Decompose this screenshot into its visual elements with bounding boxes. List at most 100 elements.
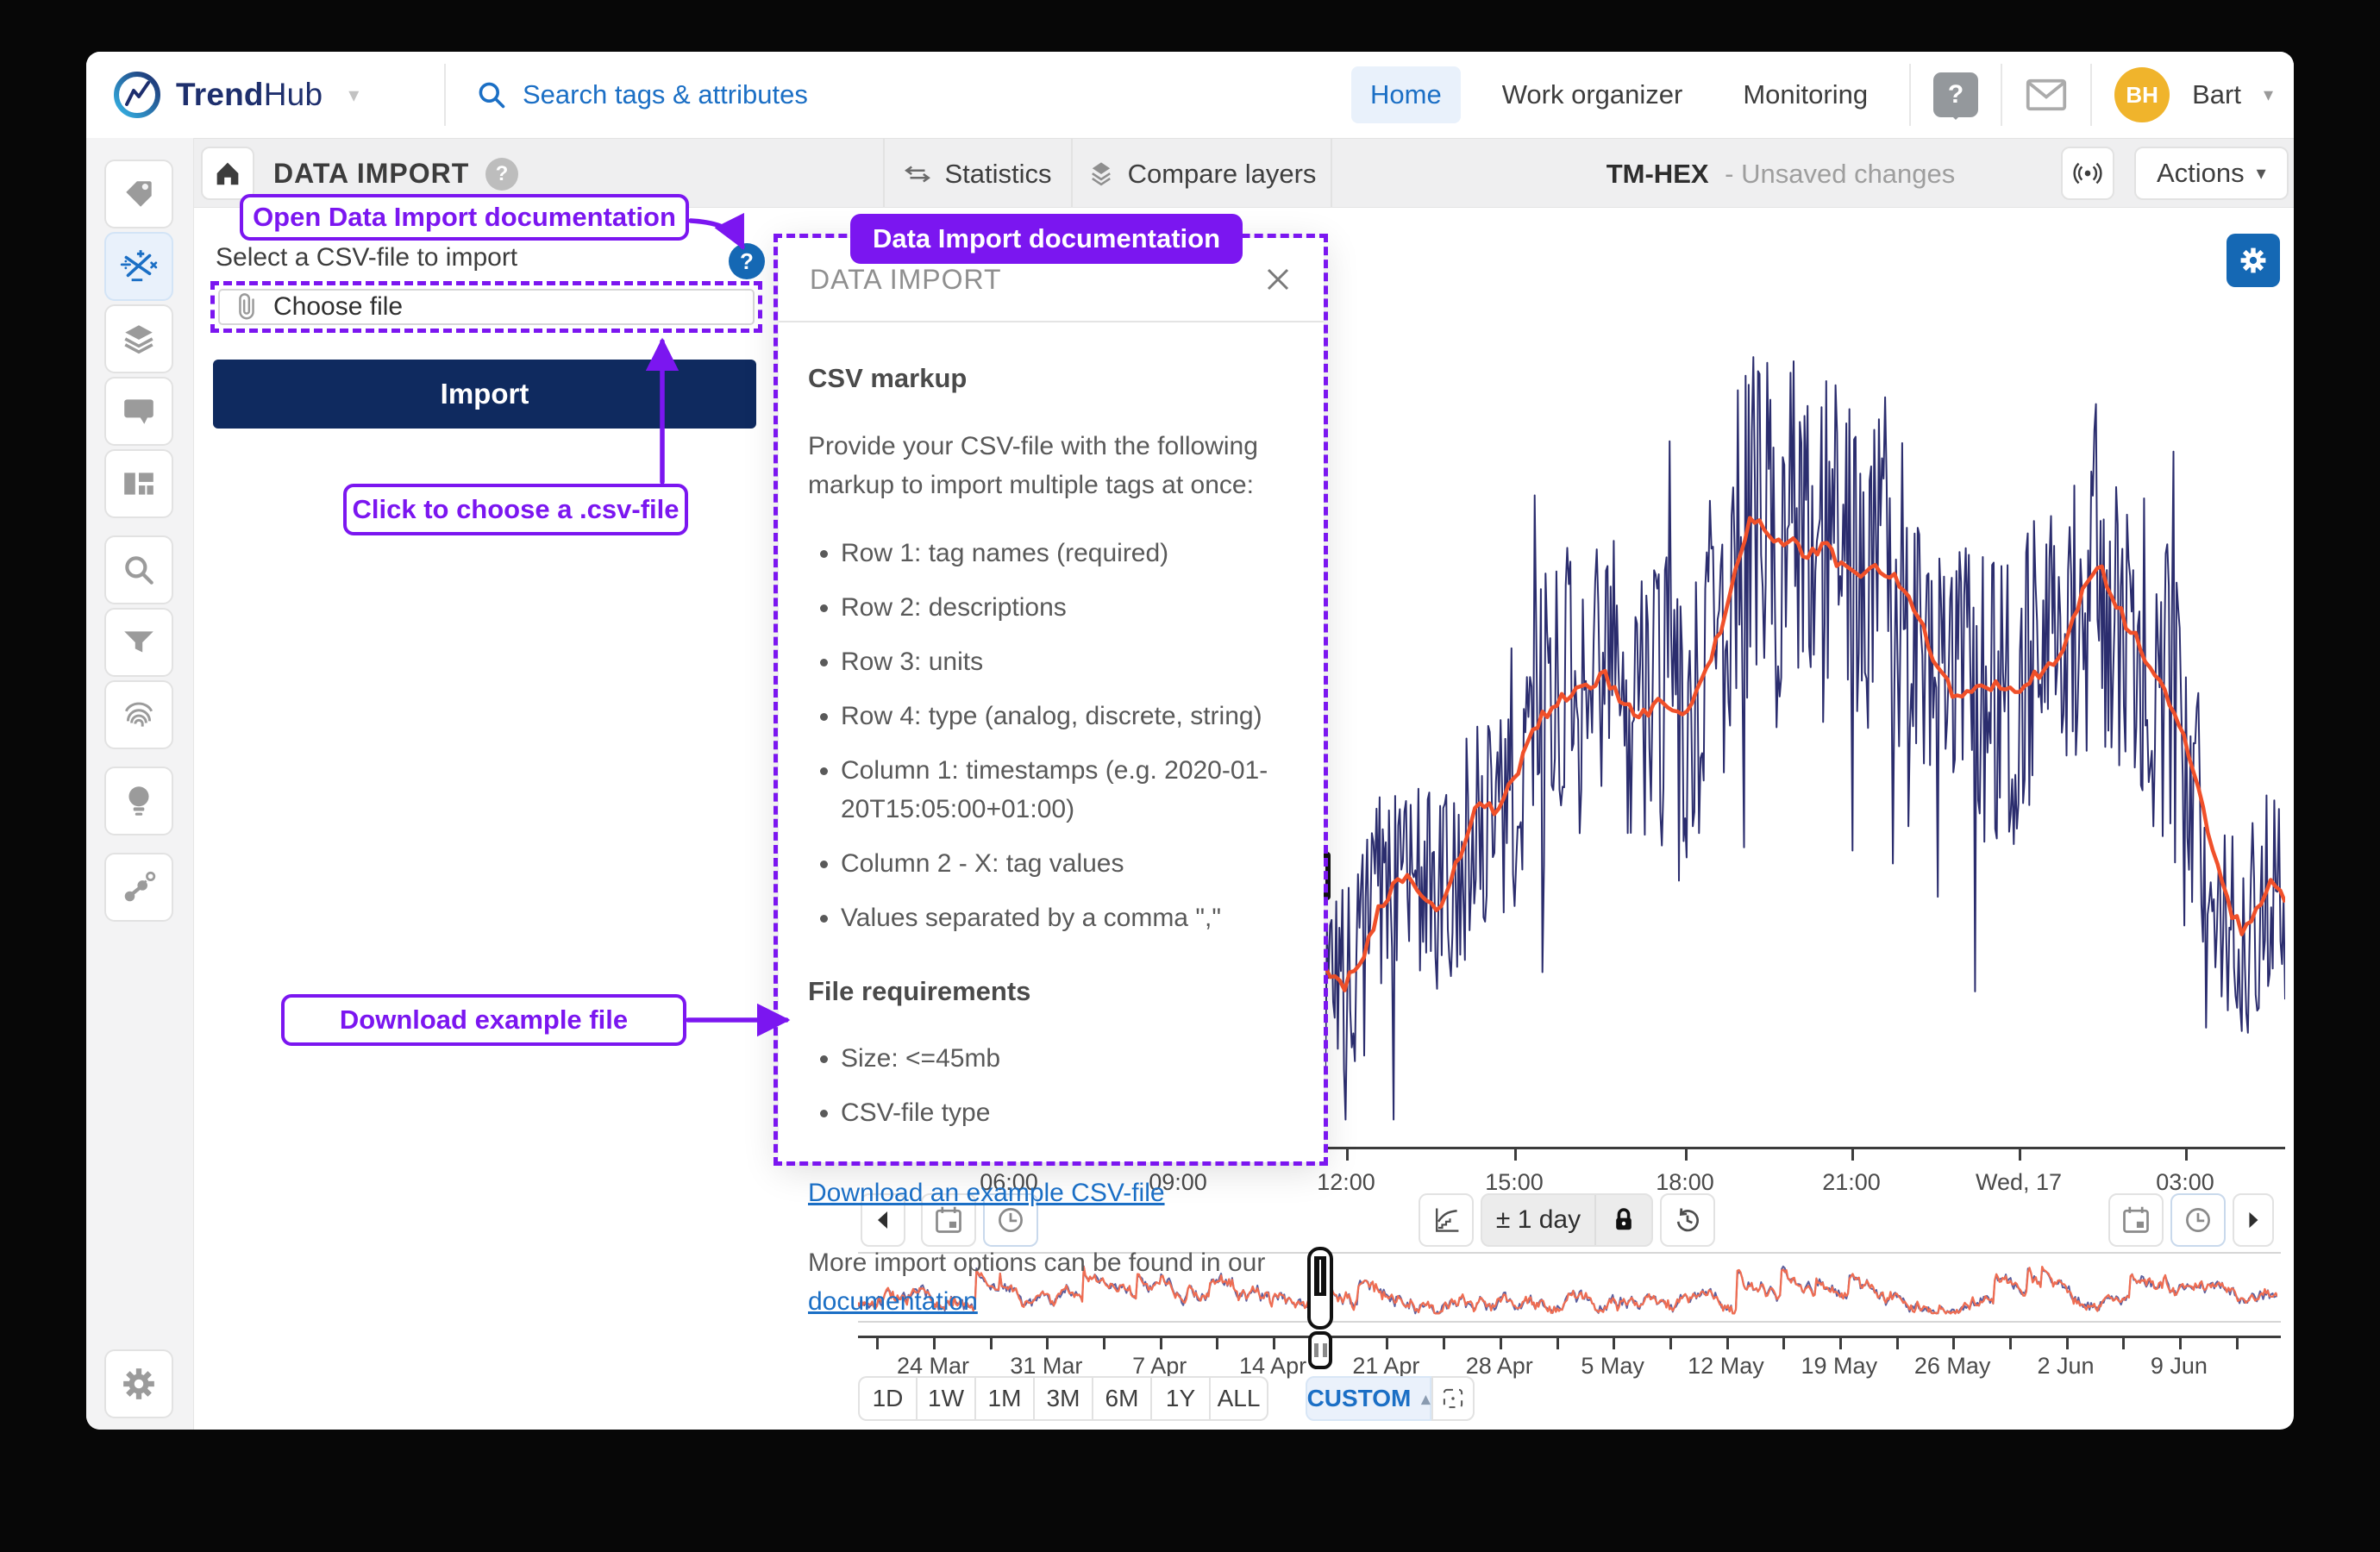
list-item: Row 1: tag names (required) — [841, 534, 1294, 573]
annotation-pill-doc: Data Import documentation — [850, 214, 1243, 264]
sidebar-item-layers[interactable] — [104, 304, 173, 373]
custom-range-button[interactable]: CUSTOM ▴ — [1306, 1376, 1431, 1421]
brand[interactable]: TrendHub ▾ — [112, 52, 359, 138]
tab-compare-layers[interactable]: Compare layers — [1072, 139, 1331, 209]
sidebar-item-search[interactable] — [104, 535, 173, 604]
date-label: 5 May — [1581, 1353, 1644, 1380]
tab-home[interactable]: Home — [1351, 66, 1461, 123]
timeline-slider-grip[interactable] — [1308, 1331, 1332, 1369]
close-icon[interactable] — [1263, 265, 1293, 294]
sidebar-item-tags[interactable] — [104, 160, 173, 228]
history-button[interactable] — [1660, 1193, 1715, 1247]
search-input[interactable]: Search tags & attributes — [523, 79, 808, 110]
data-import-doc-panel: DATA IMPORT CSV markup Provide your CSV-… — [779, 238, 1324, 1162]
download-example-link[interactable]: Download an example CSV-file — [808, 1173, 1165, 1212]
date-label: 19 May — [1801, 1353, 1878, 1380]
csv-markup-intro: Provide your CSV-file with the following… — [808, 427, 1294, 504]
fingerprint-icon — [121, 697, 157, 733]
divider — [2001, 64, 2002, 126]
fit-view-button[interactable] — [1431, 1376, 1475, 1421]
help-icon[interactable]: ? — [485, 158, 518, 191]
list-item: Values separated by a comma "," — [841, 898, 1294, 937]
calendar-icon — [2120, 1205, 2151, 1236]
sidebar-item-comments[interactable] — [104, 377, 173, 446]
lock-control[interactable] — [1594, 1195, 1651, 1245]
divider — [444, 64, 446, 126]
file-requirements-heading: File requirements — [808, 972, 1294, 1012]
divider — [2090, 64, 2092, 126]
time-range-control[interactable]: ± 1 day — [1481, 1193, 1653, 1247]
date-label: 9 Jun — [2151, 1353, 2208, 1380]
doc-panel-body: CSV markup Provide your CSV-file with th… — [779, 322, 1324, 1321]
graph-icon — [121, 869, 157, 905]
tab-statistics[interactable]: Statistics — [884, 139, 1071, 209]
import-button[interactable]: Import — [213, 360, 756, 429]
actions-button[interactable]: Actions ▾ — [2134, 147, 2289, 200]
gear-icon — [121, 1366, 157, 1402]
chevron-down-icon[interactable]: ▾ — [348, 83, 359, 108]
chevron-up-icon: ▴ — [1421, 1388, 1430, 1410]
chart-settings-button[interactable] — [2227, 234, 2280, 287]
dashboard-icon — [121, 466, 157, 502]
csv-markup-list: Row 1: tag names (required) Row 2: descr… — [808, 534, 1294, 937]
view-title: TM-HEX - Unsaved changes — [1479, 139, 2082, 209]
interpolation-mode-button[interactable] — [1419, 1193, 1474, 1247]
sidebar-item-recommendations[interactable] — [104, 767, 173, 835]
top-nav-right: Home Work organizer Monitoring ? BH Bart… — [1351, 52, 2273, 138]
step-forward-button[interactable] — [2233, 1193, 2274, 1247]
tab-work-organizer[interactable]: Work organizer — [1483, 66, 1702, 123]
formula-icon — [119, 247, 159, 286]
swap-arrows-icon — [903, 160, 932, 189]
app-window: TrendHub ▾ Search tags & attributes Home… — [86, 52, 2294, 1430]
sidebar-item-filter[interactable] — [104, 608, 173, 677]
avatar[interactable]: BH — [2114, 67, 2170, 122]
trend-chart[interactable] — [1325, 289, 2285, 1147]
chevron-down-icon[interactable]: ▾ — [2264, 84, 2273, 106]
comment-icon — [121, 393, 157, 429]
zoom-1y-button[interactable]: 1Y — [1151, 1376, 1210, 1421]
tag-icon — [121, 176, 157, 212]
zoom-1d-button[interactable]: 1D — [858, 1376, 917, 1421]
layers-icon — [121, 321, 157, 357]
tab-monitoring[interactable]: Monitoring — [1724, 66, 1887, 123]
date-label: 12 May — [1688, 1353, 1764, 1380]
paperclip-icon — [234, 292, 260, 322]
calendar-end-button[interactable] — [2108, 1193, 2164, 1247]
list-item: Row 4: type (analog, discrete, string) — [841, 697, 1294, 735]
zoom-3m-button[interactable]: 3M — [1034, 1376, 1093, 1421]
home-button[interactable] — [201, 147, 254, 200]
documentation-link[interactable]: documentation — [808, 1287, 978, 1316]
sidebar-item-fingerprint[interactable] — [104, 680, 173, 749]
help-icon[interactable]: ? — [1933, 72, 1978, 117]
zoom-1m-button[interactable]: 1M — [975, 1376, 1034, 1421]
lock-icon — [1610, 1205, 1638, 1235]
list-item: CSV-file type — [841, 1093, 1294, 1132]
history-icon — [1672, 1205, 1703, 1236]
date-label: 26 May — [1914, 1353, 1991, 1380]
live-mode-button[interactable] — [2061, 147, 2114, 200]
zoom-all-button[interactable]: ALL — [1210, 1376, 1268, 1421]
search-bar[interactable]: Search tags & attributes — [476, 52, 808, 138]
csv-markup-heading: CSV markup — [808, 359, 1294, 399]
list-item: Row 2: descriptions — [841, 588, 1294, 627]
list-item: Row 3: units — [841, 642, 1294, 681]
search-icon — [121, 552, 157, 588]
chart-x-axis — [1325, 1147, 2285, 1149]
zoom-6m-button[interactable]: 6M — [1093, 1376, 1151, 1421]
sidebar-item-formulas[interactable] — [104, 232, 173, 301]
user-name[interactable]: Bart — [2192, 79, 2241, 110]
broadcast-icon — [2071, 157, 2104, 190]
top-nav: TrendHub ▾ Search tags & attributes Home… — [86, 52, 2294, 138]
choose-file-input[interactable]: Choose file — [218, 289, 755, 325]
zoom-1w-button[interactable]: 1W — [917, 1376, 975, 1421]
sidebar-item-dashboard[interactable] — [104, 449, 173, 518]
sidebar-item-context[interactable] — [104, 853, 173, 922]
time-end-button[interactable] — [2170, 1193, 2226, 1247]
sidebar-item-settings[interactable] — [104, 1349, 173, 1418]
date-label: 2 Jun — [2037, 1353, 2094, 1380]
mail-icon[interactable] — [2025, 78, 2068, 112]
x-tick-label: 03:00 — [2156, 1169, 2214, 1196]
time-range-label[interactable]: ± 1 day — [1482, 1205, 1594, 1235]
data-import-help-icon[interactable]: ? — [729, 243, 765, 279]
list-item: Size: <=45mb — [841, 1039, 1294, 1078]
